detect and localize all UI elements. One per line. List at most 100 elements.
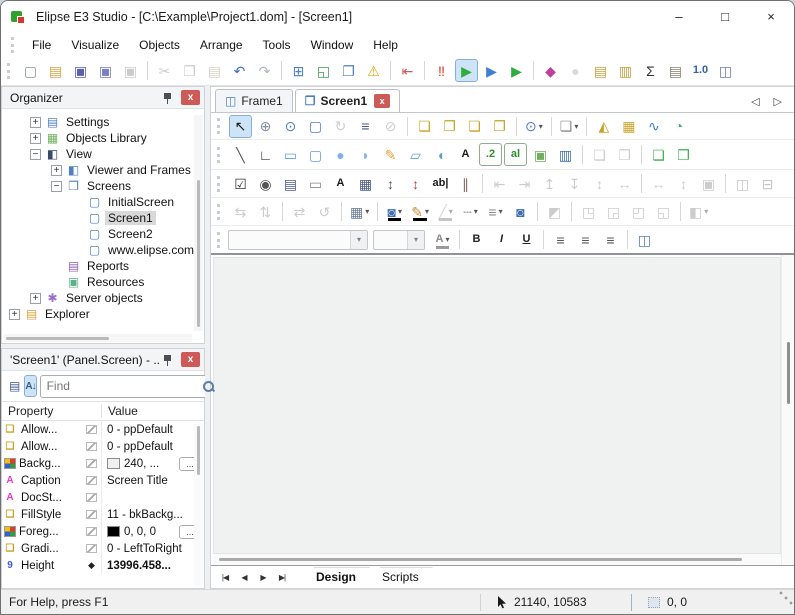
menu-tools[interactable]: Tools xyxy=(253,36,301,54)
polygon-tool-button[interactable]: ▱ xyxy=(404,143,427,166)
export-button[interactable]: ❐ xyxy=(337,59,360,82)
button-control-button[interactable]: ▭ xyxy=(304,172,327,195)
association-icon[interactable] xyxy=(86,527,97,536)
menu-window[interactable]: Window xyxy=(301,36,364,54)
chevron-down-icon[interactable]: ▾ xyxy=(350,230,367,249)
database-button[interactable]: ● xyxy=(564,59,587,82)
space-down-button[interactable]: ⊟ xyxy=(756,172,779,195)
property-value-cell[interactable]: 0 - ppDefault xyxy=(102,424,204,436)
minimize-button[interactable]: – xyxy=(656,1,702,33)
tree-item-screens[interactable]: − ❐ Screens xyxy=(2,178,204,194)
tree-item-initialscreen[interactable]: ▢ InitialScreen xyxy=(2,194,204,210)
same-width-button[interactable]: ↔ xyxy=(647,172,670,195)
tab-frame1[interactable]: ◫ Frame1 xyxy=(215,89,293,112)
send-to-back-button[interactable]: ❐ xyxy=(438,115,461,138)
checkbox-control-button[interactable]: ☑ xyxy=(229,172,252,195)
export-files-button[interactable]: ▥ xyxy=(614,59,637,82)
copy-button[interactable]: ❐ xyxy=(178,59,201,82)
bring-to-front-button[interactable]: ❏ xyxy=(413,115,436,138)
properties-close-button[interactable]: x xyxy=(181,352,200,367)
association-icon[interactable] xyxy=(86,510,97,519)
collapse-icon[interactable]: − xyxy=(51,180,62,192)
run-viewer-button[interactable]: ▶ xyxy=(505,59,528,82)
paste-button[interactable]: ▤ xyxy=(203,59,226,82)
size-left-button[interactable]: ◰ xyxy=(627,200,650,223)
menu-help[interactable]: Help xyxy=(363,36,408,54)
pan-tool-button[interactable]: ⊕ xyxy=(254,115,277,138)
association-icon[interactable] xyxy=(86,476,97,485)
tree-item-viewer-and-frames[interactable]: + ◧ Viewer and Frames xyxy=(2,162,204,178)
find-input[interactable] xyxy=(46,379,202,393)
insert-object-button[interactable]: ⊞ xyxy=(287,59,310,82)
find-references-button[interactable]: ◫ xyxy=(714,59,737,82)
zoom-region-button[interactable]: ▢ xyxy=(304,115,327,138)
spinbutton-control-button[interactable]: ↕ xyxy=(379,172,402,195)
center-vertical-button[interactable]: ↕ xyxy=(588,172,611,195)
textbox-control-button[interactable]: ab| xyxy=(429,172,452,195)
size-up-button[interactable]: ◳ xyxy=(577,200,600,223)
association-icon[interactable] xyxy=(86,442,97,451)
tree-item-www-elipse-com[interactable]: ▢ www.elipse.com xyxy=(2,242,204,258)
save-domain-button[interactable]: ▣ xyxy=(119,59,142,82)
scrollbar-thumb[interactable] xyxy=(197,179,200,327)
send-backward-button[interactable]: ❐ xyxy=(488,115,511,138)
setpoint-tool-button[interactable]: al xyxy=(504,143,527,166)
italic-button[interactable]: I xyxy=(490,228,513,251)
menu-arrange[interactable]: Arrange xyxy=(190,36,253,54)
cut-button[interactable]: ✂ xyxy=(153,59,176,82)
bring-forward-button[interactable]: ❏ xyxy=(463,115,486,138)
menu-file[interactable]: File xyxy=(22,36,61,54)
property-value-cell[interactable]: 240, ...... xyxy=(102,456,204,471)
playback-object-button[interactable]: ◔ xyxy=(667,115,690,138)
scrollbar-thumb[interactable] xyxy=(6,337,110,340)
prop-row-allow-2[interactable]: ❏ Allow... 0 - ppDefault xyxy=(2,438,204,455)
text-tool-button[interactable]: A xyxy=(454,143,477,166)
screen-design-canvas[interactable] xyxy=(213,257,781,554)
undo-button[interactable]: ↶ xyxy=(228,59,251,82)
expand-icon[interactable]: + xyxy=(30,116,41,128)
scroll-tabs-left-button[interactable]: ◁ xyxy=(751,95,759,108)
association-icon[interactable] xyxy=(86,459,97,468)
menu-visualize[interactable]: Visualize xyxy=(61,36,129,54)
zoom-level-button[interactable]: ⊙ ▾ xyxy=(522,115,546,138)
combobox-control-button[interactable]: ▤ xyxy=(279,172,302,195)
group-menu-button[interactable]: ❏ ▾ xyxy=(557,115,582,138)
group-button[interactable]: ❏ xyxy=(588,143,611,166)
critical-errors-button[interactable]: ‼ xyxy=(430,59,453,82)
tree-item-settings[interactable]: + ▤ Settings xyxy=(2,114,204,130)
scrollbar-thumb[interactable] xyxy=(787,341,790,404)
close-window-button[interactable]: × xyxy=(748,1,794,33)
display-tool-button[interactable]: .2 xyxy=(479,143,502,166)
chevron-down-icon[interactable]: ▾ xyxy=(704,207,708,216)
flip-button[interactable]: ⇄ xyxy=(288,200,311,223)
domain-options-button[interactable]: ⇤ xyxy=(396,59,419,82)
object-browser-button[interactable]: ◆ xyxy=(539,59,562,82)
same-height-button[interactable]: ↕ xyxy=(672,172,695,195)
percent-values-button[interactable]: ◩ xyxy=(543,200,566,223)
space-across-button[interactable]: ◫ xyxy=(731,172,754,195)
listbox-control-button[interactable]: ▦ xyxy=(354,172,377,195)
first-view-button[interactable]: |◀ xyxy=(217,570,233,585)
align-bottom-button[interactable]: ↧ xyxy=(563,172,586,195)
tree-item-screen2[interactable]: ▢ Screen2 xyxy=(2,226,204,242)
last-view-button[interactable]: ▶| xyxy=(274,570,290,585)
scrollbar-thumb[interactable] xyxy=(197,426,200,476)
prop-row-backgroundcolor[interactable]: Backg... 240, ...... xyxy=(2,455,204,472)
rectangle-tool-button[interactable]: ▭ xyxy=(279,143,302,166)
chevron-down-icon[interactable]: ▾ xyxy=(449,207,453,216)
save-button[interactable]: ▣ xyxy=(69,59,92,82)
label-control-button[interactable]: A xyxy=(329,172,352,195)
property-value-cell[interactable]: Screen Title xyxy=(102,475,204,487)
tab-scripts[interactable]: Scripts xyxy=(366,568,435,587)
line-tool-button[interactable]: ╲ xyxy=(229,143,252,166)
tab-order-button[interactable]: ≡ xyxy=(354,115,377,138)
run-server-button[interactable]: ▶ xyxy=(455,59,478,82)
expand-icon[interactable]: + xyxy=(30,292,41,304)
transfer-position-button[interactable]: ❏ xyxy=(647,143,670,166)
redo-button[interactable]: ↷ xyxy=(253,59,276,82)
import-button[interactable]: ◱ xyxy=(312,59,335,82)
transfer-size-button[interactable]: ❐ xyxy=(672,143,695,166)
bold-button[interactable]: B xyxy=(465,228,488,251)
tree-horizontal-scrollbar[interactable] xyxy=(4,334,192,342)
tree-item-reports[interactable]: ▤ Reports xyxy=(2,258,204,274)
